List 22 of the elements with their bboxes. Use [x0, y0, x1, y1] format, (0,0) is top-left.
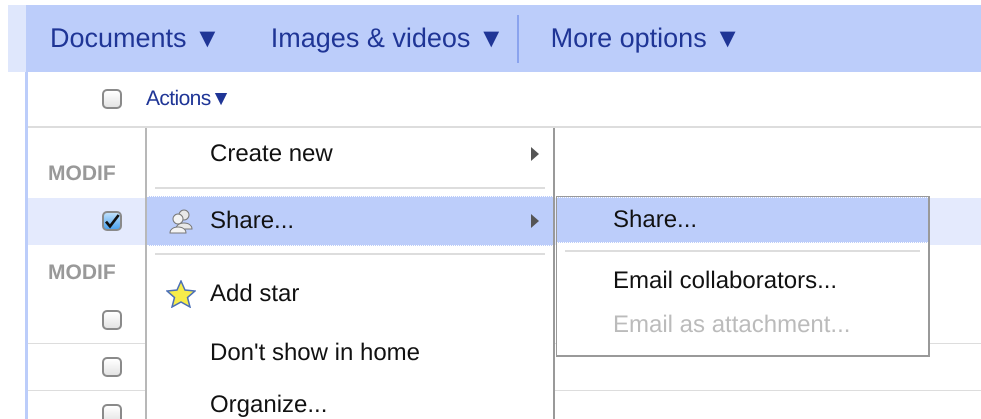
people-icon — [166, 207, 194, 235]
submenu-arrow-icon — [531, 147, 539, 161]
menu-item[interactable]: Add star — [147, 262, 553, 326]
submenu-item[interactable]: Share... — [557, 197, 928, 243]
checkbox[interactable] — [102, 310, 122, 330]
menu-item[interactable]: Share... — [147, 196, 553, 246]
section-header: MODIF — [48, 162, 116, 186]
toolbar-menu[interactable]: Images & videos ▼ — [270, 23, 505, 54]
toolbar-menu[interactable]: Documents ▼ — [50, 23, 221, 54]
checkbox[interactable] — [102, 404, 122, 419]
checkbox[interactable] — [102, 211, 122, 231]
toolbar-menu[interactable]: More options ▼ — [550, 23, 741, 54]
menu-item[interactable]: Create new — [147, 128, 553, 180]
star-icon — [166, 280, 196, 308]
actions-menu[interactable]: Actions▼ — [146, 87, 231, 111]
checkbox[interactable] — [102, 357, 122, 377]
menu-item[interactable]: Don't show in home — [147, 326, 553, 380]
menu-item[interactable]: Organize... — [147, 380, 553, 419]
checkbox[interactable] — [102, 89, 122, 109]
submenu-item[interactable]: Email collaborators... — [557, 259, 928, 303]
submenu-arrow-icon — [531, 214, 539, 228]
section-header: MODIF — [48, 261, 116, 285]
